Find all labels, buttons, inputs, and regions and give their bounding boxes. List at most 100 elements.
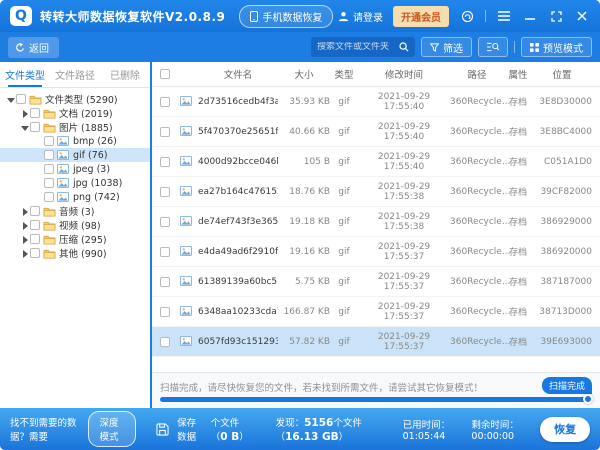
- file-table-panel: 文件名大小类型修改时间路径属性位置 2d73516cedb4f3af5cfff3…: [152, 62, 600, 408]
- table-row[interactable]: 4000d92bcce046bdd997eb...105 Bgif2021-09…: [152, 147, 600, 177]
- tree-checkbox[interactable]: [30, 220, 40, 230]
- file-location: 3E8D30000: [532, 97, 592, 107]
- filter-button[interactable]: 筛选: [421, 37, 472, 57]
- expand-right-icon[interactable]: [20, 249, 29, 258]
- minimize-button[interactable]: [522, 8, 538, 24]
- table-row[interactable]: ea27b164c476152cd3ccf20...18.76 KBgif202…: [152, 177, 600, 207]
- deep-mode-question: 找不到需要的数据？需要: [10, 415, 80, 443]
- tree-item[interactable]: jpeg (3): [0, 162, 150, 176]
- save-icon: [156, 423, 169, 436]
- save-data-label[interactable]: 保存数据: [177, 415, 203, 443]
- file-location: 39E693000: [532, 337, 592, 347]
- table-row[interactable]: 2d73516cedb4f3af5cfff3e5a...35.93 KBgif2…: [152, 87, 600, 117]
- table-row[interactable]: e4da49ad6f2910f3fdd4083f...19.16 KBgif20…: [152, 237, 600, 267]
- grid-icon: [530, 43, 539, 52]
- gif-file-icon: [180, 276, 193, 287]
- row-checkbox[interactable]: [160, 97, 170, 107]
- tree-checkbox[interactable]: [44, 150, 54, 160]
- column-header[interactable]: 文件名: [198, 67, 278, 81]
- column-header[interactable]: 位置: [532, 67, 592, 81]
- file-type: gif: [330, 97, 358, 107]
- menu-icon[interactable]: [496, 8, 512, 24]
- file-size: 19.16 KB: [278, 247, 330, 257]
- table-row[interactable]: 6348aa10233cda7ad047146...166.87 KBgif20…: [152, 297, 600, 327]
- tree-checkbox[interactable]: [30, 122, 40, 132]
- row-checkbox[interactable]: [160, 337, 170, 347]
- table-row[interactable]: 5f470370e25651f54601a5a6...40.66 KBgif20…: [152, 117, 600, 147]
- column-header[interactable]: 类型: [330, 67, 358, 81]
- row-checkbox[interactable]: [160, 247, 170, 257]
- file-name: ea27b164c476152cd3ccf20...: [198, 187, 278, 197]
- file-type: gif: [330, 157, 358, 167]
- close-button[interactable]: [574, 8, 590, 24]
- tree-item[interactable]: 音频 (3): [0, 204, 150, 218]
- deep-mode-button[interactable]: 深度模式: [88, 411, 136, 447]
- tree-item[interactable]: gif (76): [0, 148, 150, 162]
- row-checkbox[interactable]: [160, 157, 170, 167]
- expand-right-icon[interactable]: [20, 221, 29, 230]
- image-file-icon: [57, 164, 70, 175]
- tree-item[interactable]: 文档 (2019): [0, 106, 150, 120]
- tree-checkbox[interactable]: [30, 108, 40, 118]
- image-file-icon: [57, 150, 70, 161]
- tree-item[interactable]: png (742): [0, 190, 150, 204]
- maximize-button[interactable]: [548, 8, 564, 24]
- expand-right-icon[interactable]: [20, 207, 29, 216]
- tree-item[interactable]: 视频 (98): [0, 218, 150, 232]
- support-icon[interactable]: [459, 8, 475, 24]
- row-checkbox[interactable]: [160, 187, 170, 197]
- tree-checkbox[interactable]: [30, 206, 40, 216]
- expand-right-icon[interactable]: [20, 109, 29, 118]
- expand-down-icon[interactable]: [6, 95, 15, 104]
- tab-已删除[interactable]: 已删除: [100, 62, 150, 87]
- column-header[interactable]: 大小: [278, 67, 330, 81]
- phone-recovery-button[interactable]: 手机数据恢复: [239, 5, 333, 28]
- gif-file-icon: [180, 96, 193, 107]
- column-header[interactable]: 修改时间: [358, 67, 450, 81]
- sidebar: 文件类型文件路径已删除 文件类型 (5290)文档 (2019)图片 (1885…: [0, 62, 150, 408]
- tree-item[interactable]: 图片 (1885): [0, 120, 150, 134]
- table-row[interactable]: 61389139a60bc5748fb40b8...5.75 KBgif2021…: [152, 267, 600, 297]
- row-checkbox[interactable]: [160, 277, 170, 287]
- search-icon[interactable]: [399, 42, 409, 52]
- tree-checkbox[interactable]: [16, 94, 26, 104]
- file-attribute: 存档: [504, 215, 532, 228]
- row-checkbox[interactable]: [160, 127, 170, 137]
- tree-checkbox[interactable]: [44, 178, 54, 188]
- file-attribute: 存档: [504, 185, 532, 198]
- table-row[interactable]: de74ef743f3e365bf8fe2ad8...19.18 KBgif20…: [152, 207, 600, 237]
- tree-item[interactable]: bmp (26): [0, 134, 150, 148]
- vip-button[interactable]: 开通会员: [393, 6, 449, 27]
- save-count: 个文件（0 B）: [211, 415, 256, 443]
- select-all-checkbox[interactable]: [160, 69, 170, 79]
- row-checkbox[interactable]: [160, 307, 170, 317]
- column-header[interactable]: 属性: [504, 67, 532, 81]
- tab-文件类型[interactable]: 文件类型: [0, 62, 50, 87]
- recover-button[interactable]: 恢复: [540, 417, 590, 442]
- column-header[interactable]: 路径: [450, 67, 504, 81]
- login-button[interactable]: 请登录: [338, 9, 383, 24]
- preview-mode-button[interactable]: 预览模式: [521, 37, 592, 57]
- advanced-search-button[interactable]: [478, 37, 508, 57]
- tree-checkbox[interactable]: [44, 136, 54, 146]
- tree-item[interactable]: 压缩 (295): [0, 232, 150, 246]
- back-button[interactable]: 返回: [8, 37, 59, 58]
- user-icon: [338, 11, 349, 22]
- file-name: de74ef743f3e365bf8fe2ad8...: [198, 217, 278, 227]
- tree-checkbox[interactable]: [30, 248, 40, 258]
- tree-checkbox[interactable]: [44, 192, 54, 202]
- table-row[interactable]: 6057fd93c151293a9d9eb32...57.82 KBgif202…: [152, 327, 600, 357]
- tree-item[interactable]: 其他 (990): [0, 246, 150, 260]
- search-input[interactable]: [317, 42, 399, 52]
- tree-checkbox[interactable]: [30, 234, 40, 244]
- search-box[interactable]: [311, 37, 415, 57]
- filter-label: 筛选: [443, 40, 463, 55]
- tree-item[interactable]: jpg (1038): [0, 176, 150, 190]
- tab-文件路径[interactable]: 文件路径: [50, 62, 100, 87]
- expand-right-icon[interactable]: [20, 235, 29, 244]
- tree-item[interactable]: 文件类型 (5290): [0, 92, 150, 106]
- tree-spacer: [34, 137, 43, 146]
- row-checkbox[interactable]: [160, 217, 170, 227]
- tree-checkbox[interactable]: [44, 164, 54, 174]
- expand-down-icon[interactable]: [20, 123, 29, 132]
